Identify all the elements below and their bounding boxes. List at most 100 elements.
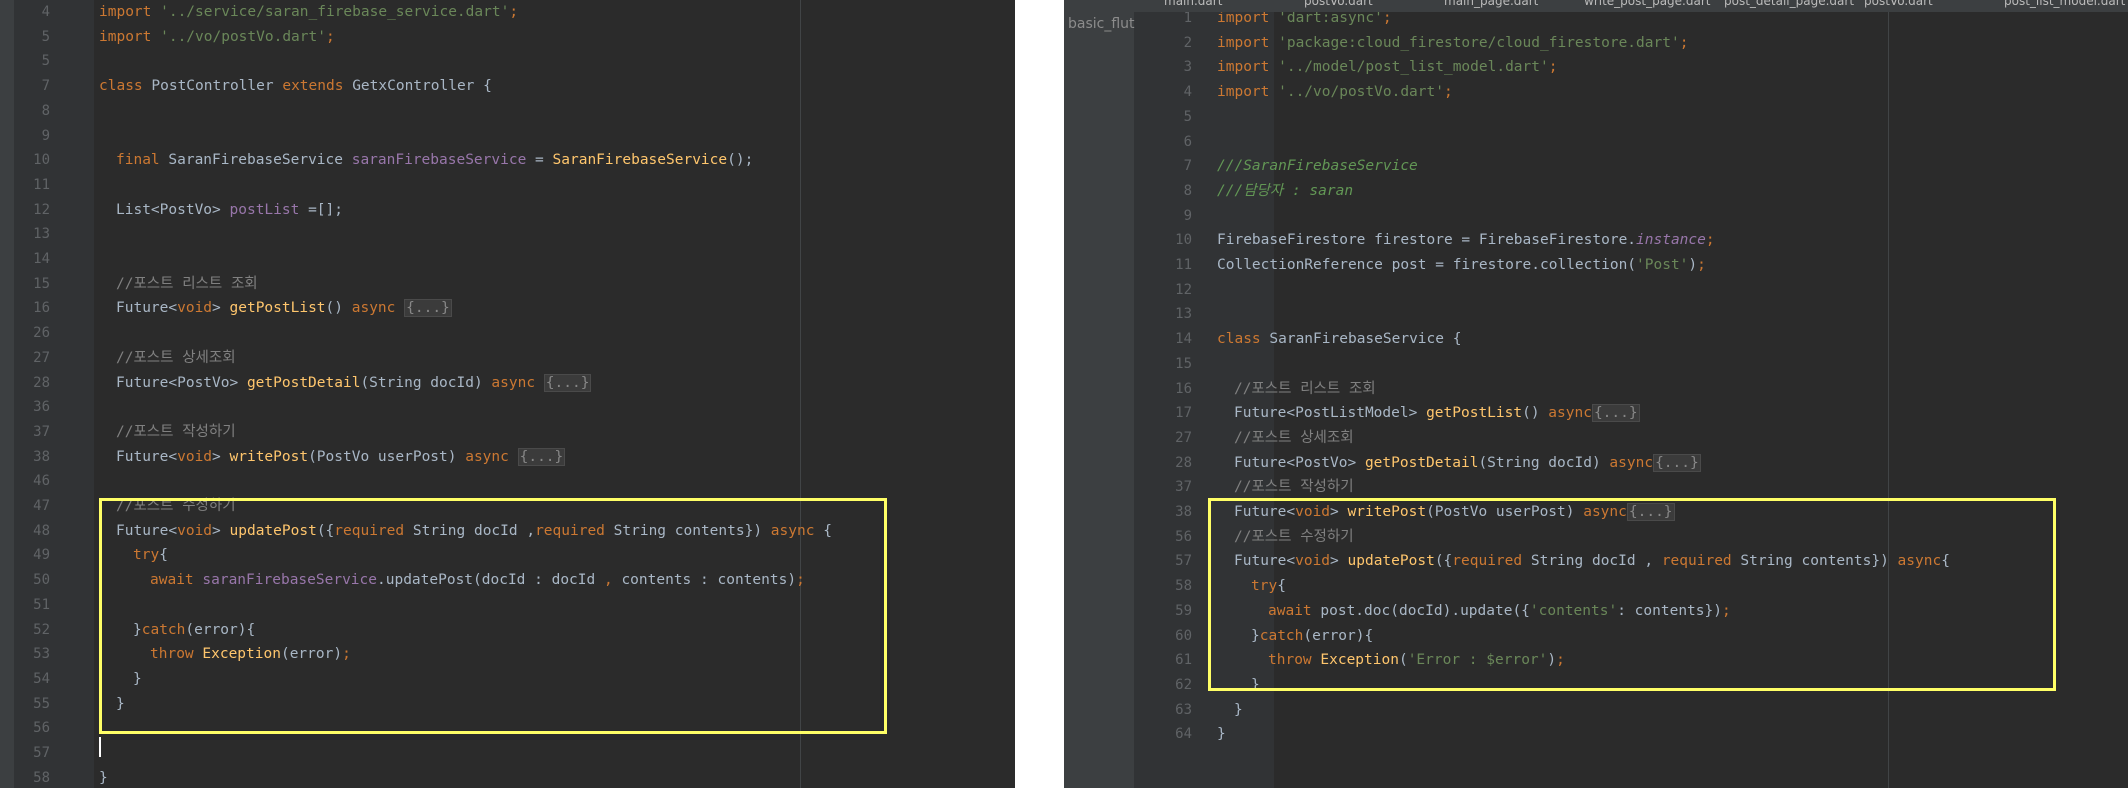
code-token: 'package:cloud_firestore/cloud_firestore… <box>1278 34 1680 51</box>
code-token: (); <box>727 152 754 169</box>
line-number: 11 <box>1175 257 1192 273</box>
left-code-editor[interactable]: 4 import '../service/saran_firebase_servi… <box>0 0 1015 788</box>
line-number: 6 <box>1183 133 1192 150</box>
code-token: instance <box>1636 232 1706 249</box>
code-token: getPostList <box>229 300 326 317</box>
code-token: void <box>177 300 213 317</box>
code-token: (String docId) <box>360 374 492 391</box>
code-text: //포스트 상세조회 <box>116 346 236 370</box>
code-token: class <box>1217 331 1270 348</box>
code-token: ; <box>509 4 519 20</box>
code-text: List<PostVo> postList =[]; <box>116 198 343 222</box>
line-number: 13 <box>33 226 50 243</box>
code-token: ; <box>1548 59 1558 76</box>
code-token: ; <box>1705 232 1715 249</box>
code-token: 'Post' <box>1636 257 1689 273</box>
line-number: 38 <box>33 448 50 465</box>
line-number: 51 <box>33 596 50 613</box>
line-number: 14 <box>1175 331 1192 348</box>
code-token: //포스트 작성하기 <box>1234 479 1354 496</box>
code-token: ; <box>1382 10 1392 26</box>
code-token: import <box>99 28 161 45</box>
code-token: ; <box>1443 84 1453 101</box>
code-token: ; <box>1697 257 1706 273</box>
editor-tab[interactable]: post_detail_page.dart <box>1724 0 1854 10</box>
code-token: '../model/post_list_model.dart' <box>1278 59 1549 76</box>
code-token: } <box>1217 726 1226 743</box>
text-caret <box>99 737 101 757</box>
code-token: (String docId) <box>1478 454 1610 471</box>
code-token: //포스트 작성하기 <box>116 423 236 440</box>
code-token: > <box>212 448 230 465</box>
line-number: 2 <box>1183 34 1192 51</box>
folded-code-placeholder[interactable]: {...} <box>404 299 452 318</box>
code-token: postList <box>229 201 300 218</box>
line-number: 10 <box>1175 232 1192 249</box>
code-text: ///담당자 : saran <box>1217 179 1353 203</box>
code-token: List<PostVo> <box>116 201 230 218</box>
line-number: 28 <box>33 374 50 391</box>
line-number: 60 <box>1175 627 1192 644</box>
code-text: final SaranFirebaseService saranFirebase… <box>116 148 753 172</box>
folded-code-placeholder[interactable]: {...} <box>1653 453 1701 472</box>
code-token: //포스트 리스트 조회 <box>116 275 258 292</box>
line-number: 5 <box>41 28 50 45</box>
code-text: } <box>99 766 108 788</box>
code-text: //포스트 작성하기 <box>116 420 236 444</box>
editor-tab[interactable]: main_page.dart <box>1444 0 1538 10</box>
line-number: 50 <box>33 572 50 589</box>
line-number: 4 <box>1183 84 1192 101</box>
folded-code-placeholder[interactable]: {...} <box>517 447 566 466</box>
line-number: 38 <box>1175 504 1192 520</box>
line-number: 49 <box>33 547 50 564</box>
line-number: 37 <box>33 423 50 440</box>
code-token: //포스트 상세조회 <box>1234 429 1354 446</box>
code-token: 'dart:async' <box>1278 10 1383 26</box>
line-number: 64 <box>1175 726 1192 743</box>
code-token: writePost <box>229 448 309 465</box>
code-text: class SaranFirebaseService { <box>1217 327 1461 351</box>
code-token: ///SaranFirebaseService <box>1217 158 1418 175</box>
editor-tab[interactable]: postVo.dart <box>1304 0 1373 10</box>
line-number: 15 <box>1175 355 1192 372</box>
code-text: //포스트 리스트 조회 <box>116 272 258 296</box>
code-text: Future<PostVo> getPostDetail(String docI… <box>116 371 592 395</box>
folded-code-placeholder[interactable]: {...} <box>543 373 592 392</box>
line-number: 27 <box>1175 429 1192 446</box>
line-number: 13 <box>1175 306 1192 323</box>
line-number: 63 <box>1175 701 1192 718</box>
line-number: 15 <box>33 275 50 292</box>
line-number: 5 <box>1183 108 1192 125</box>
code-token: =[]; <box>299 201 343 218</box>
code-token: import <box>1217 10 1279 26</box>
line-number: 12 <box>33 201 50 218</box>
code-text: Future<void> writePost(PostVo userPost) … <box>116 445 566 469</box>
editor-tab[interactable]: write_post_page.dart <box>1584 0 1710 10</box>
editor-tab[interactable]: postVo.dart <box>1864 0 1933 10</box>
code-text: ///SaranFirebaseService <box>1217 154 1418 178</box>
folded-code-placeholder[interactable]: {...} <box>1591 404 1640 423</box>
line-number: 9 <box>1183 207 1192 224</box>
line-number: 61 <box>1175 652 1192 669</box>
line-number: 48 <box>33 522 50 539</box>
code-token: SaranFirebaseService <box>552 152 728 169</box>
code-token: import <box>1217 84 1279 101</box>
line-number: 62 <box>1175 676 1192 693</box>
right-code-editor[interactable]: 1 import 'dart:async'; 2 import 'package:cl… <box>1064 0 2128 788</box>
code-token: PostController <box>151 78 283 95</box>
editor-tab[interactable]: post_list_model.dart <box>2004 0 2125 10</box>
line-number: 4 <box>41 4 50 20</box>
line-number: 47 <box>33 498 50 514</box>
editor-tab[interactable]: main.dart <box>1164 0 1222 10</box>
code-token: ///담당자 : saran <box>1217 182 1354 199</box>
code-text: Future<void> getPostList() async {...} <box>116 296 452 320</box>
code-text: import '../vo/postVo.dart'; <box>99 25 335 49</box>
line-number: 58 <box>1175 578 1192 595</box>
code-token: ) <box>1688 257 1698 273</box>
code-token: extends <box>282 78 353 95</box>
right-highlight-box <box>1208 498 2056 691</box>
code-token: async <box>491 374 544 391</box>
code-token: ; <box>325 28 335 45</box>
code-text: } <box>1234 698 1243 722</box>
code-token: getPostDetail <box>1364 454 1479 471</box>
